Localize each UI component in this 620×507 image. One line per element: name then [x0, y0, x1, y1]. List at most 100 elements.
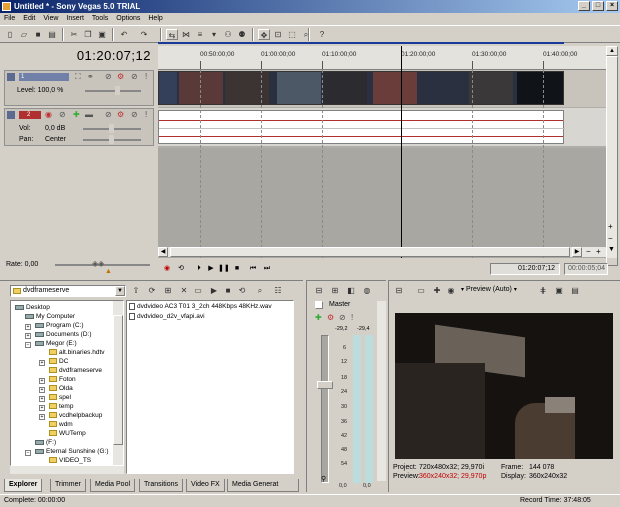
pause-icon[interactable]: ❚❚: [218, 264, 230, 274]
preview-quality-dropdown[interactable]: ▾ Preview (Auto) ▾: [461, 286, 517, 293]
folder-tree[interactable]: Desktop My Computer Program (C:) Documen…: [10, 300, 124, 466]
tree-item-drive-e[interactable]: Megor (E:): [35, 339, 77, 348]
menu-tools[interactable]: Tools: [88, 15, 112, 22]
selection-tool-icon[interactable]: ⬚: [286, 29, 298, 40]
tree-item-folder[interactable]: WUTemp: [49, 429, 86, 438]
tree-item-folder[interactable]: wdm: [49, 420, 73, 429]
play-from-start-icon[interactable]: ⏵: [194, 264, 204, 274]
level-slider[interactable]: [85, 90, 141, 92]
mixer-vscroll[interactable]: [377, 301, 386, 481]
track-menu-icon[interactable]: !: [145, 72, 147, 81]
zoom-in-vertical-icon[interactable]: +: [608, 222, 613, 231]
ripple-icon[interactable]: ≡: [194, 29, 206, 40]
collapse-icon[interactable]: −: [25, 450, 31, 456]
menu-view[interactable]: View: [39, 15, 62, 22]
track-collapse-icon[interactable]: [7, 111, 15, 119]
solo-icon[interactable]: ⊘: [131, 72, 138, 81]
tab-media-generators[interactable]: Media Generat: [227, 479, 299, 492]
external-monitor-icon[interactable]: ▭: [415, 285, 427, 296]
preview-properties-icon[interactable]: ⊟: [393, 285, 405, 296]
solo-icon[interactable]: ⊘: [339, 313, 346, 322]
audio-clip[interactable]: [158, 110, 565, 144]
up-folder-icon[interactable]: ⇧: [130, 285, 142, 296]
menu-file[interactable]: File: [0, 15, 19, 22]
collapse-icon[interactable]: −: [25, 342, 31, 348]
rate-slider-thumb[interactable]: ◈◈: [92, 259, 104, 268]
mute-icon[interactable]: ⚙: [327, 313, 334, 322]
go-to-end-icon[interactable]: ⏭: [262, 264, 272, 274]
tree-item-folder[interactable]: VIDEO_TS: [49, 456, 91, 465]
tree-item-desktop[interactable]: Desktop: [15, 303, 50, 312]
zoom-out-time-icon[interactable]: −: [586, 247, 591, 256]
expand-icon[interactable]: +: [25, 324, 31, 330]
video-clip[interactable]: [158, 71, 564, 105]
tree-item-folder-selected[interactable]: dvdframeserve: [49, 366, 102, 375]
close-button[interactable]: ×: [606, 1, 618, 11]
copy-snapshot-icon[interactable]: ▣: [553, 285, 565, 296]
mute-icon[interactable]: ⚙: [117, 110, 124, 119]
level-slider-thumb[interactable]: [115, 86, 120, 95]
compositing-icon[interactable]: ⊘: [105, 72, 112, 81]
play-preview-icon[interactable]: ▶: [208, 285, 220, 296]
tab-transitions[interactable]: Transitions: [139, 479, 183, 492]
audio-track-header[interactable]: 2 ◉ ⊘ ✚ ▬ ⊘ ⚙ ⊘ ! Vol: 0,0 dB Pan: Cente…: [4, 108, 154, 146]
tab-trimmer[interactable]: Trimmer: [50, 479, 86, 492]
snap-icon[interactable]: ⇆: [166, 29, 178, 40]
tree-item-folder[interactable]: temp: [49, 402, 73, 411]
scroll-right-icon[interactable]: ▶: [572, 247, 582, 257]
tree-item-drive-f[interactable]: (F:): [35, 438, 56, 447]
properties-icon[interactable]: ▤: [46, 29, 58, 40]
zoom-in-time-icon[interactable]: +: [596, 247, 601, 256]
fader-link-icon[interactable]: ⚲: [321, 475, 326, 483]
tree-item-drive-d[interactable]: Documents (D:): [35, 330, 92, 339]
expand-icon[interactable]: +: [39, 396, 45, 402]
expand-icon[interactable]: +: [25, 333, 31, 339]
tree-item-folder[interactable]: Foton: [49, 375, 76, 384]
dim-output-icon[interactable]: ◍: [361, 285, 373, 296]
overlays-icon[interactable]: ⋕: [537, 285, 549, 296]
tab-video-fx[interactable]: Video FX: [186, 479, 225, 492]
help-pointer-icon[interactable]: ?: [316, 29, 328, 40]
track-fx-icon[interactable]: ✚: [73, 110, 80, 119]
undo-icon[interactable]: ↶: [118, 29, 130, 40]
save-icon[interactable]: ■: [32, 29, 44, 40]
save-snapshot-icon[interactable]: ▤: [569, 285, 581, 296]
loop-region-bar[interactable]: [158, 40, 564, 45]
group-icon[interactable]: ⚉: [236, 29, 248, 40]
solo-icon[interactable]: ⊘: [131, 110, 138, 119]
menu-help[interactable]: Help: [144, 15, 166, 22]
delete-icon[interactable]: ✕: [178, 285, 190, 296]
tree-item-my-computer[interactable]: My Computer: [25, 312, 75, 321]
tree-item-drive-g[interactable]: Eternal Sunshine (G:): [35, 447, 109, 456]
bypass-icon[interactable]: ⊘: [105, 110, 112, 119]
ignore-grouping-icon[interactable]: ⚇: [222, 29, 234, 40]
timeline-area[interactable]: [158, 46, 606, 258]
tree-item-folder[interactable]: alt.binaries.hdtv: [49, 348, 105, 357]
tree-vscroll[interactable]: [113, 301, 123, 465]
master-fader-track[interactable]: [321, 335, 329, 483]
menu-options[interactable]: Options: [112, 15, 144, 22]
new-folder-icon[interactable]: ▭: [192, 285, 204, 296]
empty-track-area[interactable]: [158, 148, 606, 258]
copy-icon[interactable]: ❐: [82, 29, 94, 40]
expand-icon[interactable]: +: [39, 405, 45, 411]
views-icon[interactable]: ☷: [272, 285, 284, 296]
track-menu-icon[interactable]: !: [145, 110, 147, 119]
tree-item-folder[interactable]: DC: [49, 357, 68, 366]
hscroll-thumb[interactable]: [170, 247, 570, 257]
search-icon[interactable]: ⌕: [254, 285, 266, 296]
timeline-hscroll[interactable]: ◀ ▶ − +: [158, 247, 606, 257]
expand-icon[interactable]: +: [39, 387, 45, 393]
redo-icon[interactable]: ↷: [138, 29, 150, 40]
auto-preview-icon[interactable]: ⟲: [236, 285, 248, 296]
menu-edit[interactable]: Edit: [19, 15, 39, 22]
auto-crossfade-icon[interactable]: ⋈: [180, 29, 192, 40]
timeline-ruler[interactable]: 00:50:00;00 01:00:00;00 01:10:00;00 01:2…: [158, 46, 606, 70]
record-arm-icon[interactable]: ◉: [45, 110, 52, 119]
file-item[interactable]: dvdvideo_d2v_vfapi.avi: [129, 313, 205, 320]
track-collapse-icon[interactable]: [7, 73, 15, 81]
cut-icon[interactable]: ✂: [68, 29, 80, 40]
zoom-tool-icon[interactable]: ⌕: [300, 29, 312, 40]
path-dropdown[interactable]: dvdframeserve ▼: [10, 285, 126, 297]
zoom-out-vertical-icon[interactable]: −: [608, 234, 613, 243]
